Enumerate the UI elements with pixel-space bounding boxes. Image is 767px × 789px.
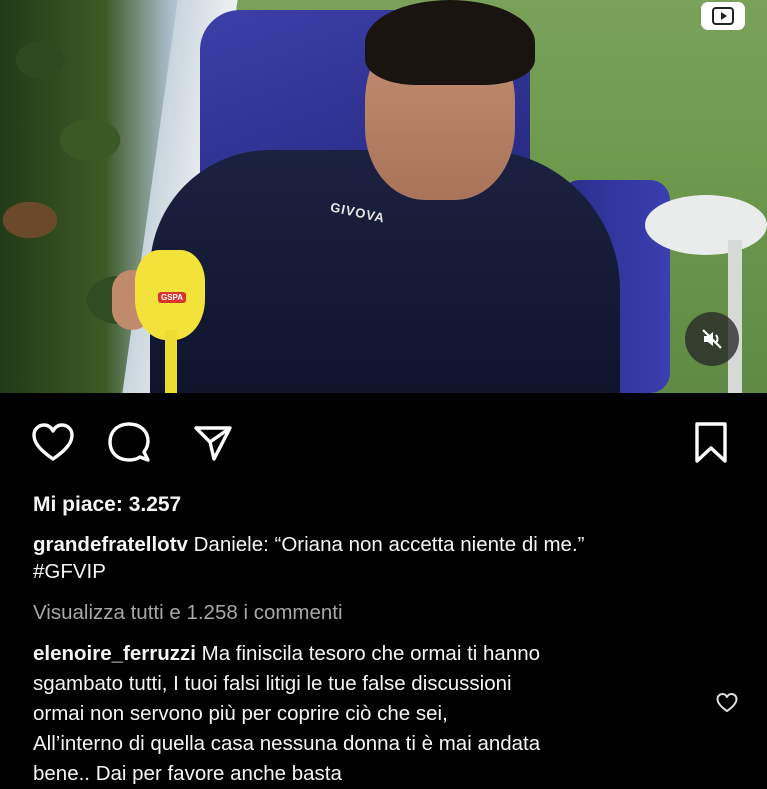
video-player[interactable]: GIVOVA GSPA <box>0 0 767 393</box>
comment-bubble-icon[interactable] <box>104 418 154 468</box>
comment-text-line-2: sgambato tutti, I tuoi falsi litigi le t… <box>33 672 512 695</box>
speaker-muted-icon[interactable] <box>685 312 739 366</box>
post-text-area: Mi piace: 3.257 grandefratellotv Daniele… <box>33 490 747 789</box>
person-hair <box>365 0 535 85</box>
caption-text: Daniele: “Oriana non accetta niente di m… <box>193 533 585 556</box>
bookmark-icon[interactable] <box>686 418 736 468</box>
comment-text-line-4: All’interno di quella casa nessuna donna… <box>33 732 541 755</box>
post-caption: grandefratellotv Daniele: “Oriana non ac… <box>33 531 747 585</box>
person-body <box>150 150 620 393</box>
play-reel-icon[interactable] <box>701 2 745 30</box>
heart-icon[interactable] <box>28 418 78 468</box>
comment-heart-icon[interactable] <box>715 691 739 715</box>
cup-stem <box>165 330 177 393</box>
paper-plane-icon[interactable] <box>188 418 238 468</box>
post-author-username[interactable]: grandefratellotv <box>33 533 188 556</box>
comment-text-line-1: Ma finiscila tesoro che ormai ti hanno <box>201 642 541 665</box>
side-table-leg <box>728 240 742 393</box>
comment-text-line-5: bene.. Dai per favore anche basta <box>33 762 342 785</box>
cup-logo: GSPA <box>158 292 187 303</box>
caption-hashtag[interactable]: #GFVIP <box>33 558 747 585</box>
comment-author-username[interactable]: elenoire_ferruzzi <box>33 642 196 665</box>
side-table <box>645 195 767 255</box>
comment-text-line-3: ormai non servono più per coprire ciò ch… <box>33 702 448 725</box>
likes-count[interactable]: Mi piace: 3.257 <box>33 490 747 520</box>
comment-item: elenoire_ferruzzi Ma finiscila tesoro ch… <box>33 639 747 789</box>
view-all-comments-link[interactable]: Visualizza tutti e 1.258 i commenti <box>33 599 747 626</box>
post-action-bar <box>0 418 767 470</box>
